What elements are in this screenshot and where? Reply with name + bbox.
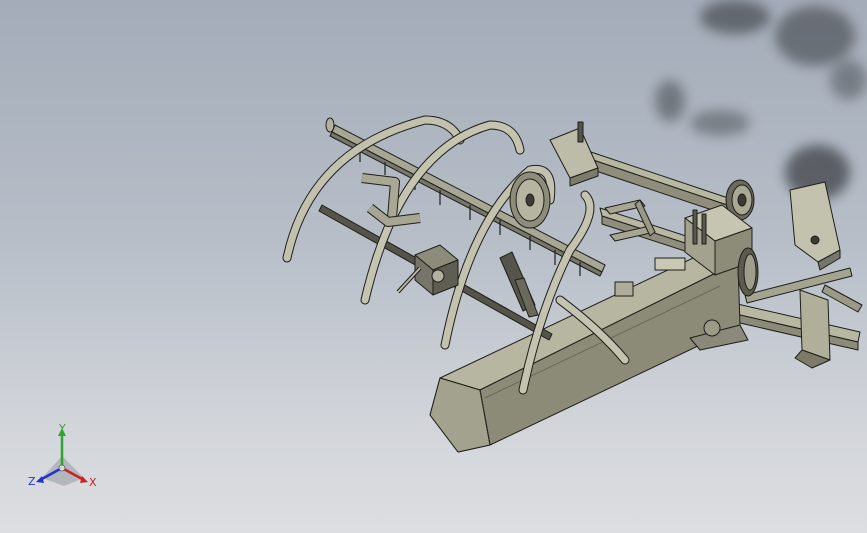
mount-bracket[interactable] (549, 121, 599, 187)
z-axis-label: Z (28, 475, 36, 488)
cultivator-3d-model[interactable] (0, 0, 867, 533)
y-axis-label: Y (59, 422, 66, 435)
orientation-triad[interactable]: Y X Z (26, 420, 106, 496)
support-strut[interactable] (499, 251, 539, 318)
coulter-disc[interactable] (509, 171, 551, 229)
main-toolbar-beam[interactable] (429, 249, 741, 453)
x-axis-label: X (89, 476, 97, 489)
cad-graphics-area[interactable]: Y X Z (0, 0, 867, 533)
